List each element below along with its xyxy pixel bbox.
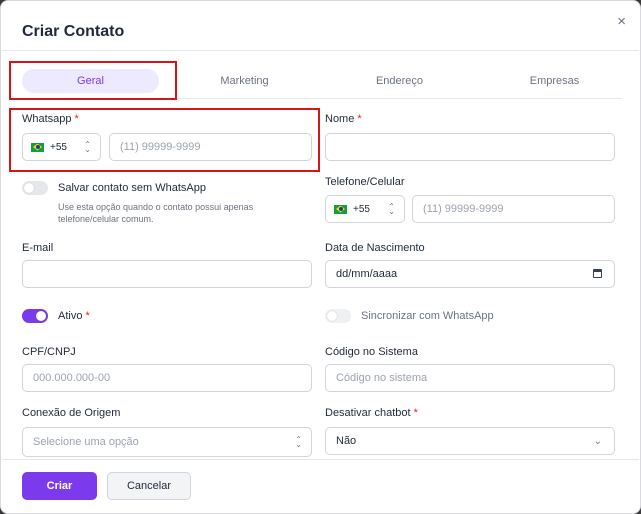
codigo-sistema-input[interactable]: Código no sistema	[325, 364, 615, 392]
highlight-box-tab	[9, 61, 177, 100]
codigo-sistema-placeholder: Código no sistema	[336, 372, 428, 384]
data-nascimento-placeholder: dd/mm/aaaa	[336, 268, 398, 280]
cancel-button[interactable]: Cancelar	[107, 472, 191, 500]
save-without-whatsapp-help: Use esta opção quando o contato possui a…	[58, 202, 254, 224]
tab-empresas[interactable]: Empresas	[502, 69, 607, 93]
whatsapp-country-select[interactable]: +55 ⌃ ⌄	[22, 133, 101, 161]
brazil-flag-icon	[334, 204, 347, 214]
nome-input[interactable]	[325, 133, 615, 161]
telefone-placeholder: (11) 99999-9999	[423, 203, 504, 215]
desativar-chatbot-label: Desativar chatbot *	[325, 407, 418, 419]
footer-divider	[2, 459, 639, 460]
brazil-flag-icon	[31, 142, 44, 152]
desativar-chatbot-value: Não	[336, 435, 357, 447]
conexao-origem-label: Conexão de Origem	[22, 407, 121, 419]
whatsapp-country-code: +55	[50, 141, 67, 153]
tab-endereco[interactable]: Endereço	[347, 69, 452, 93]
sincronizar-label: Sincronizar com WhatsApp	[361, 310, 494, 322]
create-button[interactable]: Criar	[22, 472, 97, 500]
telefone-label: Telefone/Celular	[325, 176, 405, 188]
desativar-chatbot-select[interactable]: Não ⌄	[325, 427, 615, 455]
email-label: E-mail	[22, 242, 54, 254]
calendar-icon[interactable]	[593, 269, 602, 278]
whatsapp-placeholder: (11) 99999-9999	[120, 141, 201, 153]
telefone-country-code: +55	[353, 203, 370, 215]
conexao-origem-placeholder: Selecione uma opção	[33, 436, 139, 448]
tab-marketing[interactable]: Marketing	[192, 69, 297, 93]
dialog-title: Criar Contato	[22, 23, 125, 40]
email-input[interactable]	[22, 260, 312, 288]
telefone-number-input[interactable]: (11) 99999-9999	[412, 195, 615, 223]
codigo-sistema-label: Código no Sistema	[325, 346, 418, 358]
cpf-cnpj-label: CPF/CNPJ	[22, 346, 76, 358]
ativo-toggle[interactable]	[22, 309, 48, 323]
cpf-cnpj-placeholder: 000.000.000-00	[33, 372, 111, 384]
create-contact-dialog: Criar Contato × Geral Marketing Endereço…	[0, 0, 641, 514]
header-divider	[2, 50, 639, 51]
data-nascimento-label: Data de Nascimento	[325, 242, 425, 254]
chevron-up-down-icon: ⌃ ⌄	[388, 202, 395, 216]
data-nascimento-input[interactable]: dd/mm/aaaa	[325, 260, 615, 288]
whatsapp-number-input[interactable]: (11) 99999-9999	[109, 133, 312, 161]
telefone-country-select[interactable]: +55 ⌃ ⌄	[325, 195, 405, 223]
ativo-label: Ativo *	[58, 310, 90, 322]
chevron-up-down-icon: ⌃ ⌄	[295, 435, 302, 449]
save-without-whatsapp-toggle[interactable]	[22, 181, 48, 195]
save-without-whatsapp-label: Salvar contato sem WhatsApp	[58, 182, 206, 194]
whatsapp-label: Whatsapp *	[22, 113, 79, 125]
nome-label: Nome *	[325, 113, 362, 125]
cpf-cnpj-input[interactable]: 000.000.000-00	[22, 364, 312, 392]
chevron-up-down-icon: ⌃ ⌄	[84, 140, 91, 154]
conexao-origem-select[interactable]: Selecione uma opção ⌃ ⌄	[22, 427, 312, 457]
close-icon[interactable]: ×	[617, 13, 626, 30]
chevron-down-icon: ⌄	[593, 436, 602, 447]
sincronizar-toggle[interactable]	[325, 309, 351, 323]
